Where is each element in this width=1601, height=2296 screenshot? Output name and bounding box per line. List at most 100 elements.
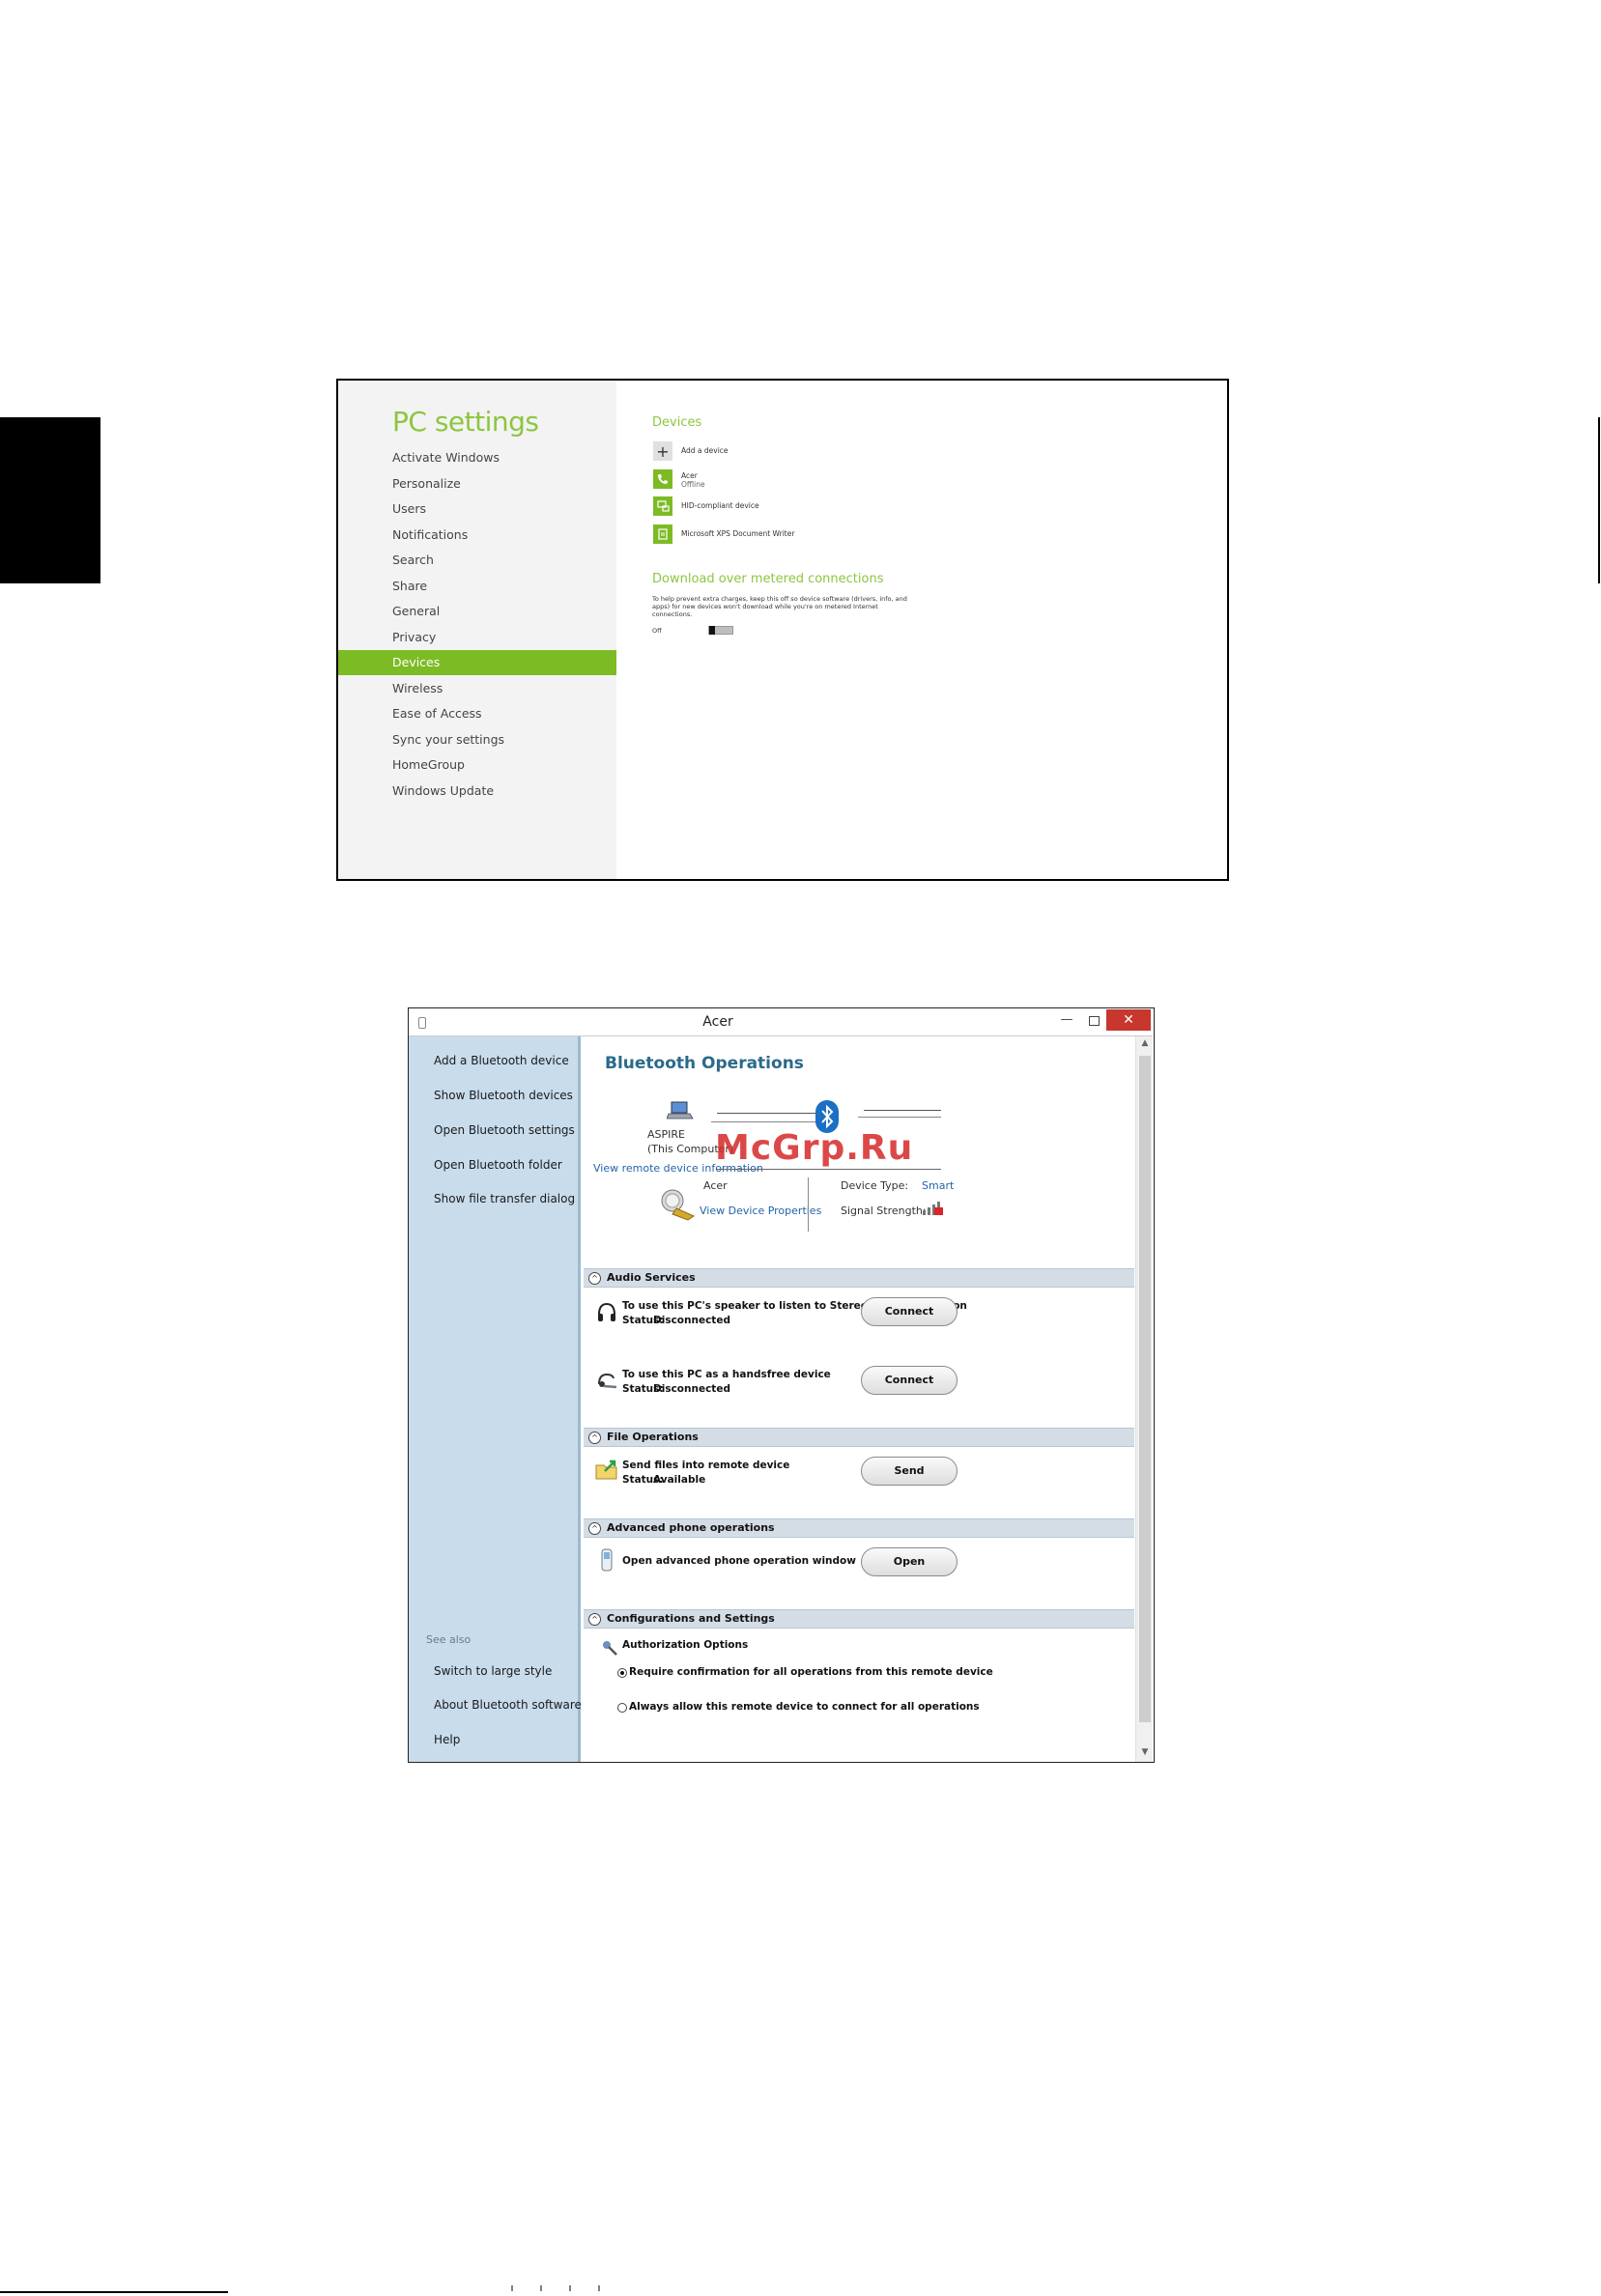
device-acer-name[interactable]: Acer <box>681 471 698 480</box>
connect-stereo-audio-button[interactable]: Connect <box>861 1297 958 1326</box>
authorization-title: Authorization Options <box>622 1639 749 1651</box>
add-device-icon[interactable]: + <box>653 441 672 461</box>
metered-toggle[interactable] <box>708 626 733 635</box>
vertical-scrollbar[interactable]: ▲ ▼ <box>1135 1036 1154 1762</box>
nav-item-wireless[interactable]: Wireless <box>338 676 616 701</box>
mobile-phone-icon <box>601 1548 613 1572</box>
link-line <box>858 1117 941 1118</box>
nav-item-activate-windows[interactable]: Activate Windows <box>338 445 616 470</box>
scroll-up-icon[interactable]: ▲ <box>1136 1038 1154 1048</box>
collapse-chevron-icon[interactable]: ^ <box>588 1522 601 1535</box>
metered-toggle-label: Off <box>652 627 662 635</box>
remote-device-icon <box>661 1189 696 1221</box>
audio-services-title: Audio Services <box>607 1271 696 1284</box>
metered-description-line-2: apps) for new devices won't download whi… <box>652 603 878 610</box>
nav-item-users[interactable]: Users <box>338 496 616 522</box>
nav-item-general[interactable]: General <box>338 599 616 624</box>
open-button[interactable]: Open <box>861 1547 958 1576</box>
sidebar-show-file-transfer-dialog[interactable]: Show file transfer dialog <box>434 1192 575 1205</box>
sidebar-add-bluetooth-device[interactable]: Add a Bluetooth device <box>434 1054 569 1067</box>
sidebar-help[interactable]: Help <box>434 1733 460 1746</box>
nav-item-share[interactable]: Share <box>338 574 616 599</box>
send-button[interactable]: Send <box>861 1457 958 1486</box>
maximize-icon <box>1089 1016 1100 1026</box>
add-device-label[interactable]: Add a device <box>681 446 729 455</box>
view-device-properties-link[interactable]: View Device Properties <box>700 1205 821 1217</box>
device-hid-name[interactable]: HID-compliant device <box>681 501 759 510</box>
advanced-phone-text: Open advanced phone operation window <box>622 1555 856 1567</box>
nav-item-sync-settings[interactable]: Sync your settings <box>338 727 616 752</box>
metered-description-line-3: connections. <box>652 610 693 618</box>
collapse-chevron-icon[interactable]: ^ <box>588 1613 601 1626</box>
phone-icon <box>653 469 672 489</box>
sidebar-about-bluetooth-software[interactable]: About Bluetooth software <box>434 1698 582 1712</box>
page-side-tab <box>0 417 100 583</box>
close-button[interactable]: ✕ <box>1106 1009 1151 1031</box>
collapse-chevron-icon[interactable]: ^ <box>588 1272 601 1285</box>
stereo-audio-status: Disconnected <box>653 1315 730 1326</box>
headphones-icon <box>598 1302 615 1321</box>
device-acer-status: Offline <box>681 480 705 489</box>
headset-icon <box>598 1373 617 1389</box>
sidebar-open-bluetooth-settings[interactable]: Open Bluetooth settings <box>434 1123 575 1137</box>
collapse-chevron-icon[interactable]: ^ <box>588 1431 601 1444</box>
always-allow-radio[interactable] <box>617 1703 627 1713</box>
advanced-phone-header[interactable]: ^ Advanced phone operations <box>584 1518 1134 1538</box>
nav-item-privacy[interactable]: Privacy <box>338 625 616 650</box>
handsfree-text: To use this PC as a handsfree device <box>622 1369 831 1380</box>
require-confirmation-label[interactable]: Require confirmation for all operations … <box>629 1665 993 1680</box>
authorization-icon <box>603 1641 617 1656</box>
advanced-phone-title: Advanced phone operations <box>607 1521 775 1534</box>
file-operations-header[interactable]: ^ File Operations <box>584 1428 1134 1447</box>
nav-item-search[interactable]: Search <box>338 548 616 573</box>
sidebar-show-bluetooth-devices[interactable]: Show Bluetooth devices <box>434 1089 573 1102</box>
minimize-button[interactable]: — <box>1054 1013 1079 1030</box>
metered-description-line-1: To help prevent extra charges, keep this… <box>652 595 907 603</box>
window-title: Acer <box>702 1014 733 1030</box>
nav-item-notifications[interactable]: Notifications <box>338 523 616 548</box>
configurations-header[interactable]: ^ Configurations and Settings <box>584 1609 1134 1629</box>
laptop-icon <box>667 1101 694 1120</box>
bluetooth-sidebar: Add a Bluetooth device Show Bluetooth de… <box>409 1036 582 1762</box>
device-type-value: Smart <box>922 1179 955 1192</box>
pc-settings-sidebar: PC settings Activate Windows Personalize… <box>338 381 616 879</box>
footer-rule <box>0 2291 228 2293</box>
printer-icon <box>653 524 672 544</box>
always-allow-label[interactable]: Always allow this remote device to conne… <box>629 1700 980 1715</box>
send-files-status: Available <box>653 1474 706 1486</box>
scrollbar-thumb[interactable] <box>1139 1056 1151 1722</box>
require-confirmation-radio[interactable] <box>617 1668 627 1678</box>
computer-name: ASPIRE <box>647 1128 685 1141</box>
bluetooth-window: Acer — ✕ Add a Bluetooth device Show Blu… <box>408 1007 1155 1763</box>
pc-settings-title: PC settings <box>392 406 539 438</box>
nav-item-devices[interactable]: Devices <box>338 650 616 675</box>
file-operations-title: File Operations <box>607 1431 699 1443</box>
hid-device-icon <box>653 496 672 516</box>
configurations-title: Configurations and Settings <box>607 1612 775 1625</box>
vertical-divider <box>808 1177 809 1232</box>
devices-heading: Devices <box>652 415 702 430</box>
nav-item-homegroup[interactable]: HomeGroup <box>338 752 616 778</box>
sidebar-switch-large-style[interactable]: Switch to large style <box>434 1664 552 1678</box>
nav-item-windows-update[interactable]: Windows Update <box>338 779 616 804</box>
audio-services-header[interactable]: ^ Audio Services <box>584 1268 1134 1288</box>
link-line <box>864 1110 941 1111</box>
nav-item-ease-of-access[interactable]: Ease of Access <box>338 701 616 726</box>
maximize-button[interactable] <box>1081 1014 1106 1030</box>
device-type-label: Device Type: <box>841 1179 909 1192</box>
watermark: McGrp.Ru <box>715 1128 914 1168</box>
see-also-label: See also <box>426 1633 472 1646</box>
scroll-down-icon[interactable]: ▼ <box>1136 1747 1154 1757</box>
pc-settings-screenshot: PC settings Activate Windows Personalize… <box>336 379 1229 881</box>
connect-handsfree-button[interactable]: Connect <box>861 1366 958 1395</box>
nav-item-personalize[interactable]: Personalize <box>338 471 616 496</box>
page-margin-mark <box>1598 417 1600 583</box>
divider-line <box>717 1169 941 1170</box>
handsfree-status: Disconnected <box>653 1383 730 1395</box>
sidebar-open-bluetooth-folder[interactable]: Open Bluetooth folder <box>434 1158 562 1172</box>
device-xps-name[interactable]: Microsoft XPS Document Writer <box>681 529 794 538</box>
link-line <box>711 1121 825 1122</box>
remote-device-name: Acer <box>703 1179 728 1192</box>
send-files-text: Send files into remote device <box>622 1460 790 1471</box>
metered-heading: Download over metered connections <box>652 572 884 586</box>
